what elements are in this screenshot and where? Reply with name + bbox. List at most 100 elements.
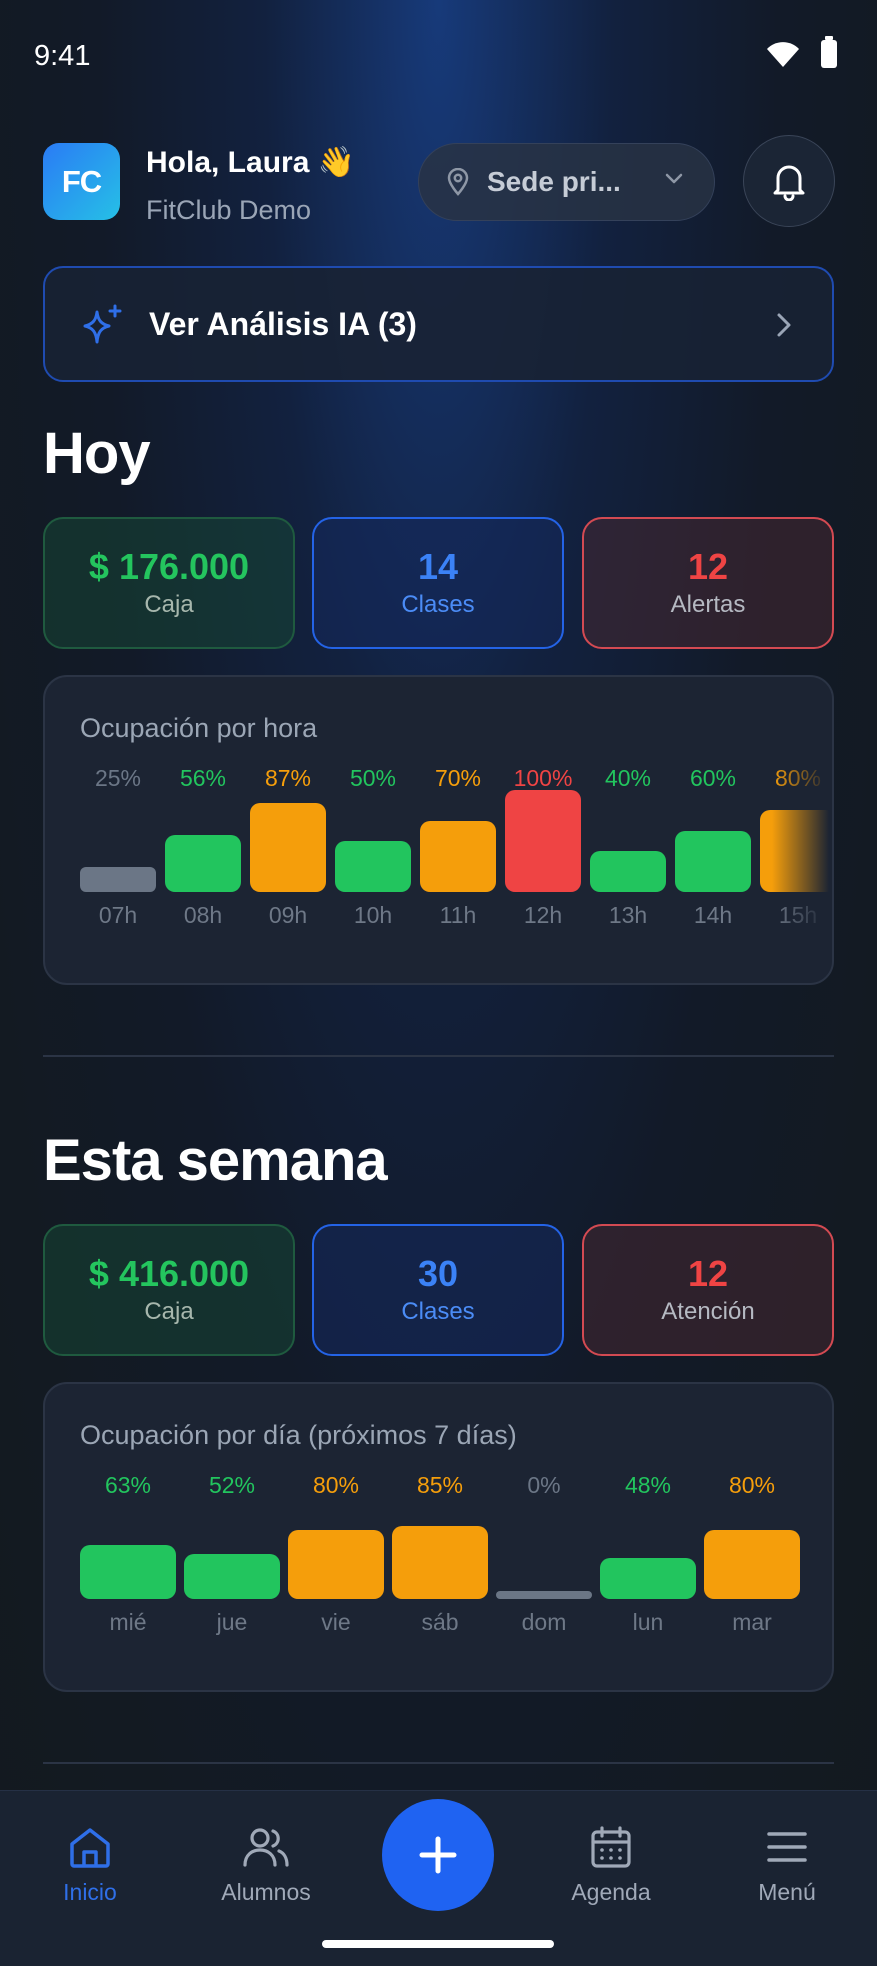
nav-label: Inicio (63, 1879, 117, 1905)
stat-card-week-cash[interactable]: $ 416.000 Caja (43, 1224, 295, 1356)
bar-08h[interactable] (165, 834, 241, 892)
bar-value-label: 87% (264, 765, 312, 791)
bar-category-label: mié (109, 1609, 147, 1635)
bar-value-label: 80% (312, 1472, 360, 1498)
status-icons (767, 36, 837, 68)
stat-label: Caja (144, 1297, 194, 1325)
bar-category-label: dom (521, 1609, 567, 1635)
bar-value-label: 40% (604, 765, 652, 791)
bar-category-label: 12h (523, 902, 563, 928)
location-select[interactable]: Sede pri... (418, 143, 715, 221)
bar-category-label: 11h (439, 902, 477, 928)
nav-item-inicio[interactable]: Inicio (20, 1825, 160, 1906)
greeting: Hola, Laura 👋 (146, 146, 356, 179)
stat-card-today-classes[interactable]: 14 Clases (312, 517, 564, 649)
nav-item-alumnos[interactable]: Alumnos (196, 1825, 336, 1906)
stat-value: 12 (687, 1253, 729, 1295)
section-divider (43, 1762, 834, 1764)
daily-occupancy-chart[interactable]: 63% mié 52% jue 80% vie 85% sáb 0% dom 48% lun 80% ma… (80, 1472, 801, 1652)
nav-label: Menú (758, 1879, 816, 1905)
stat-card-today-alerts[interactable]: 12 Alertas (582, 517, 834, 649)
ai-analysis-banner[interactable]: Ver Análisis IA (3) (43, 266, 834, 382)
nav-label: Agenda (571, 1879, 651, 1905)
bar-category-label: 10h (353, 902, 393, 928)
daily-occupancy-card: Ocupación por día (próximos 7 días) 63% m… (43, 1382, 834, 1692)
stat-value: $ 416.000 (88, 1253, 250, 1295)
bar-13h[interactable] (590, 851, 666, 892)
bar-value-label: 85% (416, 1472, 464, 1498)
stat-label: Clases (401, 1297, 475, 1325)
battery-icon (821, 36, 837, 68)
bar-value-label: 100% (513, 765, 573, 791)
ai-analysis-label: Ver Análisis IA (3) (149, 306, 417, 342)
calendar-icon (591, 1826, 631, 1868)
bar-category-label: mar (732, 1609, 772, 1635)
scroll-fade (772, 677, 832, 983)
bar-category-label: sáb (421, 1609, 459, 1635)
sparkles-icon (83, 304, 122, 344)
chart-title: Ocupación por hora (80, 713, 318, 743)
club-logo: FC (43, 143, 120, 220)
stat-value: 12 (687, 546, 729, 588)
bar-category-label: vie (321, 1609, 351, 1635)
bar-value-label: 52% (208, 1472, 256, 1498)
chevron-right-icon (777, 313, 791, 337)
bar-11h[interactable] (420, 820, 496, 892)
stat-label: Alertas (670, 590, 746, 618)
bar-value-label: 48% (624, 1472, 672, 1498)
bar-dom[interactable] (496, 1591, 592, 1599)
bar-value-label: 63% (104, 1472, 152, 1498)
bar-mié[interactable] (80, 1544, 176, 1599)
section-divider (43, 1055, 834, 1057)
stat-value: $ 176.000 (88, 546, 250, 588)
bar-jue[interactable] (184, 1554, 280, 1599)
bar-09h[interactable] (250, 803, 326, 892)
nav-item-agenda[interactable]: Agenda (541, 1825, 681, 1906)
bar-category-label: jue (216, 1609, 248, 1635)
bar-value-label: 25% (94, 765, 142, 791)
home-indicator (322, 1940, 554, 1948)
bar-value-label: 0% (527, 1472, 561, 1498)
notifications-button[interactable] (743, 135, 835, 227)
bar-14h[interactable] (675, 830, 751, 892)
bell-icon (773, 165, 805, 201)
hourly-occupancy-card: Ocupación por hora 25% 07h 56% 08h 87% 09h 50%… (43, 675, 834, 985)
bar-value-label: 80% (728, 1472, 776, 1498)
bar-12h[interactable] (505, 790, 581, 892)
add-button[interactable] (382, 1799, 494, 1911)
bar-value-label: 50% (349, 765, 397, 791)
stat-label: Caja (144, 590, 194, 618)
stat-card-week-attention[interactable]: 12 Atención (582, 1224, 834, 1356)
bar-category-label: 07h (98, 902, 138, 928)
chart-title: Ocupación por día (próximos 7 días) (80, 1420, 517, 1450)
plus-icon (419, 1836, 457, 1874)
nav-label: Alumnos (221, 1879, 311, 1905)
status-time: 9:41 (34, 40, 91, 72)
bar-sáb[interactable] (392, 1525, 488, 1599)
nav-item-menu[interactable]: Menú (717, 1825, 857, 1906)
bar-category-label: 09h (268, 902, 308, 928)
bar-lun[interactable] (600, 1557, 696, 1599)
bar-category-label: lun (632, 1609, 664, 1635)
stat-label: Clases (401, 590, 475, 618)
stat-value: 30 (417, 1253, 459, 1295)
stat-card-week-classes[interactable]: 30 Clases (312, 1224, 564, 1356)
bar-value-label: 60% (689, 765, 737, 791)
hourly-occupancy-chart[interactable]: 25% 07h 56% 08h 87% 09h 50% 10h 70% 11h 100% 12h 40%… (80, 765, 832, 945)
chevron-down-icon (665, 173, 683, 184)
bar-07h[interactable] (80, 866, 156, 892)
home-icon (70, 1828, 110, 1868)
bar-10h[interactable] (335, 841, 411, 892)
bar-vie[interactable] (288, 1530, 384, 1599)
bar-mar[interactable] (704, 1530, 800, 1599)
bar-category-label: 14h (693, 902, 733, 928)
stat-label: Atención (661, 1297, 755, 1325)
users-icon (243, 1828, 289, 1867)
location-pin-icon (447, 168, 469, 196)
bar-category-label: 08h (183, 902, 223, 928)
bar-value-label: 56% (179, 765, 227, 791)
header: FC Hola, Laura 👋 FitClub Demo Sede pri..… (43, 135, 835, 233)
bar-category-label: 13h (608, 902, 648, 928)
org-name: FitClub Demo (146, 195, 312, 225)
stat-card-today-cash[interactable]: $ 176.000 Caja (43, 517, 295, 649)
